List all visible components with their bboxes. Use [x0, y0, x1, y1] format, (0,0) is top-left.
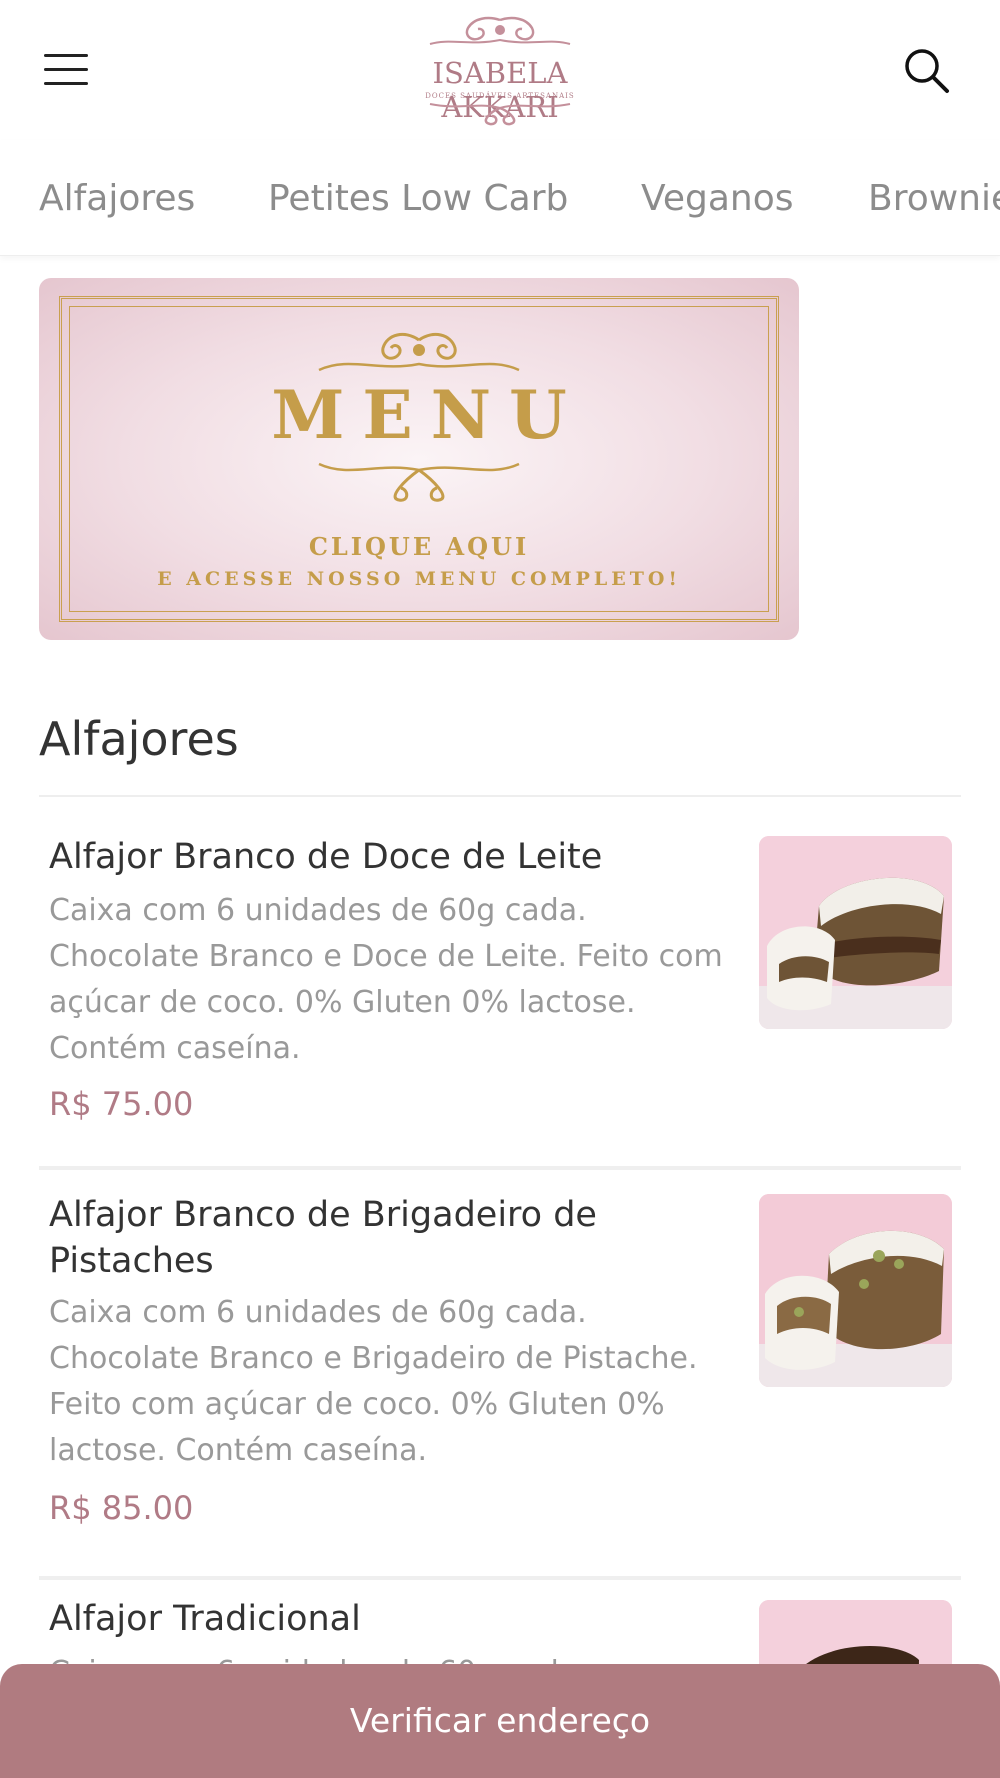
menu-banner[interactable]: MENU CLIQUE AQUI E ACESSE NOSSO MENU COM…: [39, 278, 799, 640]
tab-veganos[interactable]: Veganos: [641, 178, 794, 219]
item-divider: [39, 1166, 961, 1170]
search-icon[interactable]: [902, 46, 952, 96]
tab-alfajores[interactable]: Alfajores: [39, 178, 195, 219]
product-description: Caixa com 6 unidades de 60g cada. Chocol…: [49, 1295, 698, 1468]
product-description: Caixa com 6 unidades de 60g cada. Chocol…: [49, 893, 723, 1066]
app-header: ISABELA AKKARI DOCES SAUDÁVEIS ARTESANAI…: [0, 0, 1000, 140]
banner-cta-line1: CLIQUE AQUI: [308, 532, 530, 561]
product-price: R$ 85.00: [49, 1489, 194, 1527]
item-divider: [39, 1576, 961, 1580]
section-title: Alfajores: [39, 712, 239, 766]
product-image: [759, 1194, 952, 1387]
product-item[interactable]: Alfajor Branco de Doce de Leite Caixa co…: [39, 830, 961, 1170]
product-price: R$ 75.00: [49, 1085, 194, 1123]
tab-brownies[interactable]: Brownies: [868, 178, 1000, 219]
banner-cta-line2: E ACESSE NOSSO MENU COMPLETO!: [157, 568, 681, 590]
logo-ornament-icon: [429, 16, 571, 45]
product-name: Alfajor Branco de Doce de Leite: [49, 837, 603, 877]
product-name: Alfajor Branco de Brigadeiro de Pistache…: [49, 1195, 597, 1281]
hamburger-menu-icon[interactable]: [44, 52, 92, 88]
category-tabs: Alfajores Petites Low Carb Veganos Brown…: [0, 140, 1000, 256]
logo-ornament-bottom-icon: [429, 103, 571, 126]
check-address-button[interactable]: Verificar endereço: [0, 1664, 1000, 1778]
product-name: Alfajor Tradicional: [49, 1599, 361, 1639]
product-image: [759, 836, 952, 1029]
banner-title: MENU: [271, 376, 585, 454]
tab-petites-low-carb[interactable]: Petites Low Carb: [268, 178, 568, 219]
brand-logo[interactable]: ISABELA AKKARI DOCES SAUDÁVEIS ARTESANAI…: [400, 14, 600, 126]
section-divider: [39, 795, 961, 797]
ornament-bottom-icon: [318, 462, 520, 502]
ornament-top-icon: [318, 332, 520, 372]
product-item[interactable]: Alfajor Branco de Brigadeiro de Pistache…: [39, 1186, 961, 1580]
